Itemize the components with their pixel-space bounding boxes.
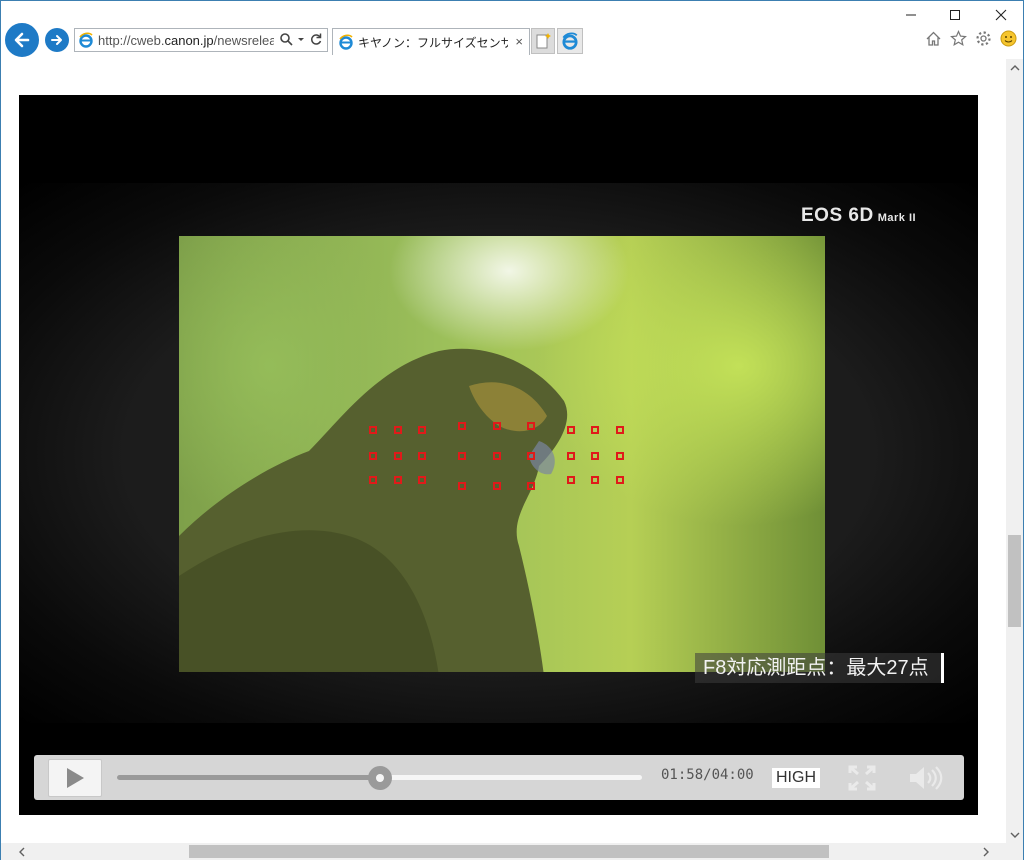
chevron-down-icon <box>1010 832 1019 838</box>
minimize-button[interactable] <box>898 6 924 24</box>
af-point <box>567 476 575 484</box>
star-icon <box>950 30 967 47</box>
settings-button[interactable] <box>975 30 992 47</box>
af-points-grid <box>369 414 639 494</box>
smiley-icon <box>1000 30 1017 47</box>
af-point <box>567 452 575 460</box>
video-subtitle: F8対応測距点：最大27点 <box>695 653 944 683</box>
time-display: 01:58/04:00 <box>661 767 754 783</box>
scroll-left-button[interactable] <box>13 843 30 860</box>
minimize-icon <box>906 14 916 16</box>
tab-canon[interactable]: キヤノン：フルサイズセンサー × <box>332 28 530 55</box>
af-point <box>394 476 402 484</box>
video-controls: 01:58/04:00 HIGH <box>34 755 964 800</box>
ie-icon <box>339 34 353 50</box>
favorites-button[interactable] <box>950 30 967 47</box>
page-content: EOS 6D Mark II F8対応測距点：最大27点 01:58/04:00 … <box>1 59 1006 843</box>
video-frame: EOS 6D Mark II F8対応測距点：最大27点 <box>19 183 978 723</box>
address-url: http://cweb.canon.jp/newsrelease <box>98 32 274 48</box>
video-image <box>179 236 825 672</box>
gear-icon <box>976 31 991 46</box>
af-point <box>418 452 426 460</box>
volume-button[interactable] <box>905 763 945 793</box>
af-point <box>616 426 624 434</box>
maximize-button[interactable] <box>942 6 968 24</box>
af-point <box>458 422 466 430</box>
af-point <box>493 422 501 430</box>
af-point <box>369 426 377 434</box>
speaker-icon <box>910 766 943 790</box>
af-point <box>394 452 402 460</box>
chevron-right-icon <box>983 847 989 856</box>
af-point <box>591 426 599 434</box>
af-point <box>369 476 377 484</box>
back-button[interactable] <box>5 23 39 57</box>
play-button[interactable] <box>48 759 102 797</box>
bird-silhouette <box>179 348 568 672</box>
seek-bar-progress <box>117 775 380 780</box>
close-window-button[interactable] <box>988 6 1014 24</box>
af-point <box>527 422 535 430</box>
play-icon <box>67 768 84 788</box>
home-icon <box>926 31 941 46</box>
maximize-icon <box>950 10 960 20</box>
af-point <box>616 452 624 460</box>
ie-tab-button[interactable] <box>557 28 583 54</box>
vertical-scrollbar[interactable] <box>1006 59 1023 843</box>
fullscreen-button[interactable] <box>846 763 878 793</box>
af-point <box>527 452 535 460</box>
horizontal-scrollbar[interactable] <box>1 843 1006 860</box>
fullscreen-icon <box>848 765 876 791</box>
seek-bar[interactable] <box>117 766 642 790</box>
af-point <box>418 476 426 484</box>
af-point <box>616 476 624 484</box>
scrollbar-corner <box>1006 843 1023 860</box>
scroll-right-button[interactable] <box>977 843 994 860</box>
af-point <box>493 452 501 460</box>
home-button[interactable] <box>925 30 942 47</box>
video-player[interactable]: EOS 6D Mark II F8対応測距点：最大27点 01:58/04:00 … <box>19 95 978 815</box>
forward-button[interactable] <box>45 28 69 52</box>
new-tab-button[interactable] <box>531 28 555 54</box>
chevron-up-icon <box>1010 64 1019 70</box>
af-point <box>591 476 599 484</box>
browser-window: http://cweb.canon.jp/newsrelease キヤノン：フル… <box>0 0 1024 860</box>
seek-handle[interactable] <box>367 766 392 790</box>
close-icon <box>995 9 1007 21</box>
af-point <box>527 482 535 490</box>
af-point <box>567 426 575 434</box>
af-point <box>493 482 501 490</box>
arrow-left-icon <box>14 32 30 48</box>
browser-toolbar: http://cweb.canon.jp/newsrelease キヤノン：フル… <box>1 1 1023 59</box>
new-tab-icon <box>536 33 551 49</box>
ie-icon <box>79 32 93 48</box>
af-point <box>458 482 466 490</box>
scroll-up-button[interactable] <box>1006 59 1023 76</box>
ie-icon <box>562 32 578 50</box>
search-icon[interactable] <box>279 32 293 46</box>
refresh-icon[interactable] <box>309 32 323 46</box>
tab-title: キヤノン：フルサイズセンサー <box>358 35 508 50</box>
feedback-button[interactable] <box>1000 30 1017 47</box>
horizontal-scroll-thumb[interactable] <box>189 845 829 858</box>
tab-close-button[interactable]: × <box>515 34 523 49</box>
vertical-scroll-thumb[interactable] <box>1008 535 1021 627</box>
chevron-down-icon[interactable] <box>297 32 305 46</box>
af-point <box>394 426 402 434</box>
af-point <box>369 452 377 460</box>
scroll-down-button[interactable] <box>1006 826 1023 843</box>
quality-button[interactable]: HIGH <box>772 768 820 788</box>
chevron-left-icon <box>18 847 24 856</box>
af-point <box>591 452 599 460</box>
af-point <box>458 452 466 460</box>
camera-logo: EOS 6D Mark II <box>801 205 917 226</box>
address-bar[interactable]: http://cweb.canon.jp/newsrelease <box>74 28 328 52</box>
af-point <box>418 426 426 434</box>
arrow-right-icon <box>51 35 62 45</box>
